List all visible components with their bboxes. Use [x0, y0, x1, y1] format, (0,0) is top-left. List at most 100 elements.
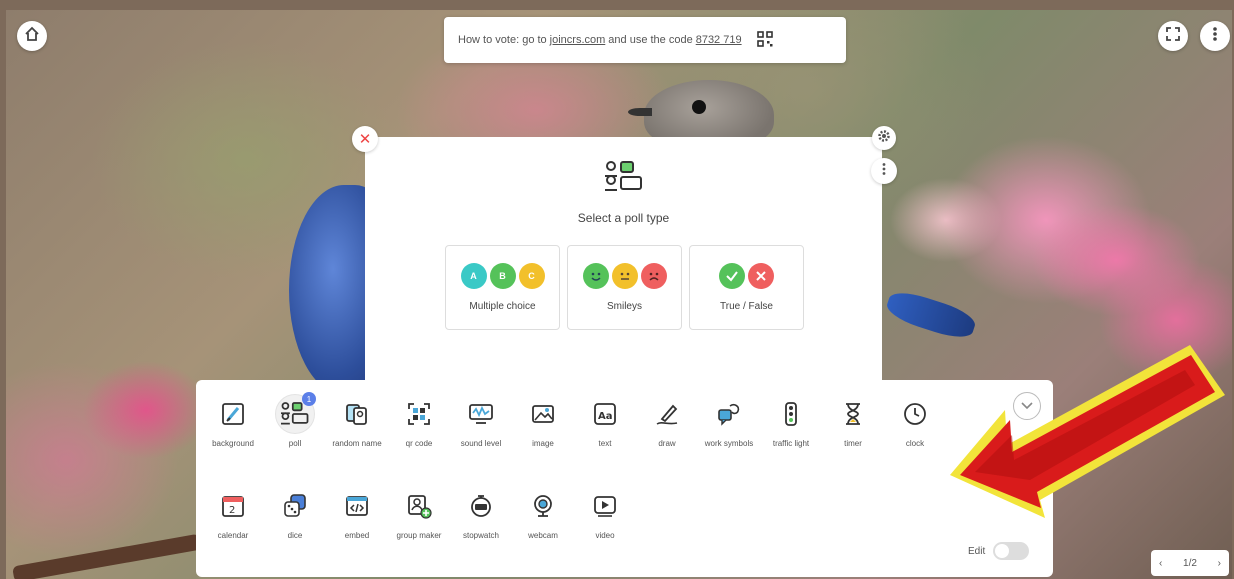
tool-label: calendar	[217, 531, 249, 540]
tool-webcam[interactable]: webcam	[512, 486, 574, 542]
bird-beak	[628, 108, 652, 116]
webcam-icon	[523, 486, 563, 526]
close-panel-button[interactable]: ✕	[352, 126, 378, 152]
more-vertical-icon	[878, 162, 890, 181]
svg-text:Aa: Aa	[598, 411, 613, 422]
qr-code-icon[interactable]	[756, 30, 773, 50]
poll-type-smileys[interactable]: Smileys	[567, 245, 682, 330]
group-maker-icon	[399, 486, 439, 526]
cross-icon	[748, 263, 774, 289]
branch	[12, 533, 202, 579]
tool-label: group maker	[396, 531, 442, 540]
bird-eye	[692, 100, 706, 114]
chevron-left-icon[interactable]: ‹	[1159, 558, 1162, 569]
edit-toggle-group: Edit	[968, 542, 1030, 560]
tool-label: work symbols	[704, 439, 754, 448]
tool-video[interactable]: video	[574, 486, 636, 542]
tool-random-name[interactable]: random name	[326, 394, 388, 450]
page-navigator: ‹ 1/2 ›	[1151, 550, 1229, 576]
tool-label: video	[595, 531, 615, 540]
toggle-knob	[995, 544, 1010, 558]
poll-type-true-false[interactable]: True / False	[689, 245, 804, 330]
sound-level-icon	[461, 394, 501, 434]
calendar-day: 2	[229, 505, 235, 516]
poll-panel-title: Select a poll type	[577, 211, 670, 225]
vote-code[interactable]: 8732 719	[696, 34, 742, 46]
poll-type-label: True / False	[720, 301, 773, 312]
poll-icon	[605, 160, 643, 199]
tool-embed[interactable]: embed	[326, 486, 388, 542]
tool-poll[interactable]: 1 poll	[264, 392, 326, 450]
menu-button[interactable]	[1200, 21, 1230, 51]
tool-label: traffic light	[772, 439, 810, 448]
calendar-icon: 2	[213, 486, 253, 526]
page-indicator: 1/2	[1183, 557, 1197, 569]
tool-draw[interactable]: draw	[636, 394, 698, 450]
tool-stopwatch[interactable]: stopwatch	[450, 486, 512, 542]
panel-settings-button[interactable]	[872, 126, 896, 150]
neutral-face-icon	[611, 263, 638, 289]
tool-sound-level[interactable]: sound level	[450, 394, 512, 450]
vote-middle: and use the code	[608, 34, 693, 46]
tool-dice[interactable]: dice	[264, 486, 326, 542]
tool-background[interactable]: background	[202, 394, 264, 450]
check-icon	[719, 263, 745, 289]
tool-label: random name	[332, 439, 382, 448]
tool-label: draw	[658, 439, 676, 448]
video-icon	[585, 486, 625, 526]
gear-icon	[877, 129, 891, 148]
tool-label: stopwatch	[462, 531, 500, 540]
option-c-icon: C	[518, 263, 545, 289]
fullscreen-button[interactable]	[1158, 21, 1188, 51]
tool-label: image	[532, 439, 554, 448]
tool-label: timer	[844, 439, 862, 448]
text-icon: Aa	[585, 394, 625, 434]
edit-label: Edit	[968, 545, 986, 557]
image-icon	[523, 394, 563, 434]
vote-prefix: How to vote: go to	[458, 34, 547, 46]
close-icon: ✕	[358, 131, 372, 148]
tool-qr-code[interactable]: qr code	[388, 394, 450, 450]
poll-panel: Select a poll type A B C Multiple choice	[365, 137, 882, 382]
red-arrow-icon	[945, 340, 1230, 525]
tool-label: qr code	[405, 439, 433, 448]
chevron-right-icon[interactable]: ›	[1218, 558, 1221, 569]
poll-type-label: Smileys	[606, 301, 642, 312]
random-name-icon	[337, 394, 377, 434]
tool-label: sound level	[460, 439, 502, 448]
hourglass-icon	[833, 394, 873, 434]
pencil-icon	[647, 394, 687, 434]
notification-badge: 1	[302, 392, 316, 406]
tool-image[interactable]: image	[512, 394, 574, 450]
tool-clock[interactable]: clock	[884, 394, 946, 450]
tool-label: text	[598, 439, 612, 448]
tool-label: embed	[344, 531, 370, 540]
tool-group-maker[interactable]: group maker	[388, 486, 450, 542]
home-button[interactable]	[17, 21, 47, 51]
tool-calendar[interactable]: 2 calendar	[202, 486, 264, 542]
happy-face-icon	[582, 263, 609, 289]
background-icon	[213, 394, 253, 434]
vote-instructions-bar: How to vote: go to joincrs.com and use t…	[444, 17, 846, 63]
tool-timer[interactable]: timer	[822, 394, 884, 450]
tool-text[interactable]: Aa text	[574, 394, 636, 450]
embed-icon	[337, 486, 377, 526]
tool-label: webcam	[528, 531, 558, 540]
dice-icon	[275, 486, 315, 526]
widget-toolbar: background 1 poll random name qr code so…	[196, 380, 1053, 577]
vote-site-link[interactable]: joincrs.com	[550, 34, 606, 46]
bird-tail	[883, 286, 979, 344]
edit-toggle[interactable]	[993, 542, 1030, 560]
tool-work-symbols[interactable]: work symbols	[698, 394, 760, 450]
tool-traffic-light[interactable]: traffic light	[760, 394, 822, 450]
stopwatch-icon	[461, 486, 501, 526]
tool-label: poll	[288, 439, 302, 448]
panel-more-button[interactable]	[871, 158, 897, 184]
option-b-icon: B	[489, 263, 516, 289]
tool-label: clock	[905, 439, 925, 448]
poll-type-multiple-choice[interactable]: A B C Multiple choice	[445, 245, 560, 330]
clock-icon	[895, 394, 935, 434]
home-icon	[24, 26, 40, 47]
poll-type-label: Multiple choice	[469, 301, 536, 312]
work-symbols-icon	[709, 394, 749, 434]
